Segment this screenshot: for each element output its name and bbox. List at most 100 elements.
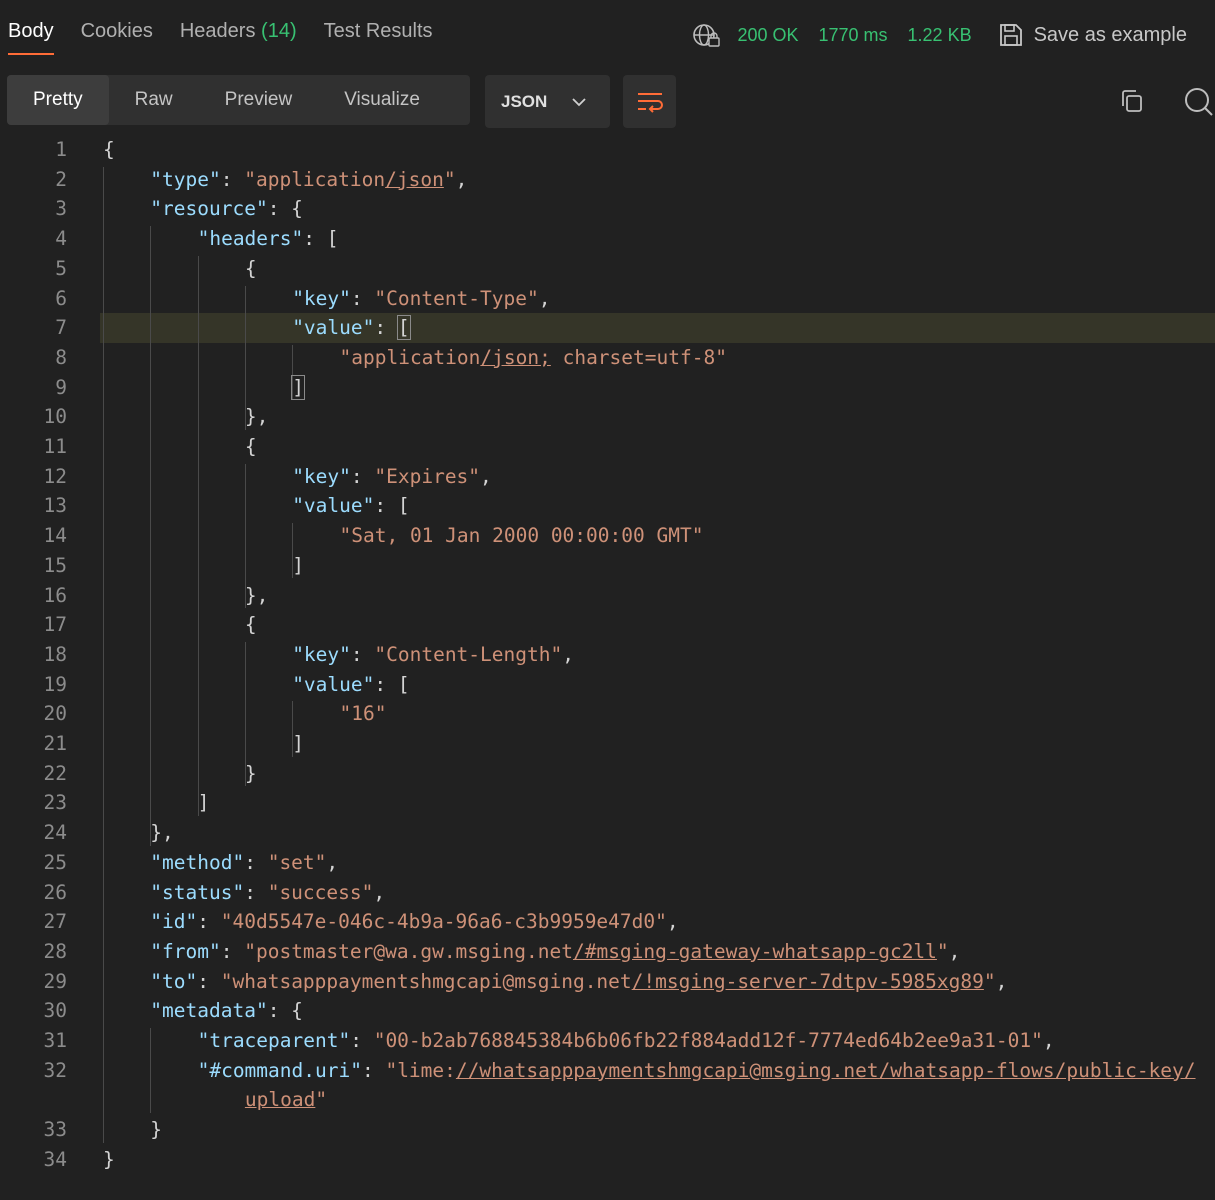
- line-number: 3: [55, 197, 67, 221]
- response-time[interactable]: 1770 ms: [818, 25, 887, 46]
- wrap-lines-button[interactable]: [623, 75, 676, 128]
- code-line[interactable]: }: [103, 1145, 115, 1175]
- json-punctuation: {: [103, 138, 115, 161]
- json-link[interactable]: //whatsapppaymentshmgcapi@msging.net/wha…: [456, 1059, 1196, 1082]
- json-punctuation: :: [361, 1058, 386, 1082]
- tab-headers[interactable]: Headers (14): [180, 20, 297, 50]
- tab-body[interactable]: Body: [8, 20, 54, 50]
- code-line[interactable]: "from": "postmaster@wa.gw.msging.net/#ms…: [150, 937, 960, 967]
- json-key: "key": [292, 642, 351, 666]
- code-line[interactable]: },: [245, 581, 268, 611]
- json-link[interactable]: upload: [245, 1088, 315, 1111]
- json-punctuation: ,: [480, 464, 492, 488]
- code-line[interactable]: "to": "whatsapppaymentshmgcapi@msging.ne…: [150, 967, 1007, 997]
- code-line[interactable]: },: [150, 818, 173, 848]
- code-line[interactable]: "Sat, 01 Jan 2000 00:00:00 GMT": [340, 521, 704, 551]
- json-link[interactable]: /json;: [480, 346, 550, 369]
- line-number: 21: [43, 732, 67, 755]
- json-punctuation: ,: [455, 167, 468, 191]
- code-line[interactable]: "key": "Content-Type",: [292, 284, 550, 314]
- json-punctuation: },: [244, 405, 269, 429]
- json-link[interactable]: /#msging-gateway-whatsapp-gc2ll: [573, 940, 937, 963]
- json-string: "lime:: [385, 1058, 456, 1082]
- line-number: 7: [55, 316, 67, 340]
- json-string: "whatsapppaymentshmgcapi@msging.net: [220, 969, 632, 993]
- json-punctuation: ,: [995, 969, 1008, 993]
- line-number: 5: [55, 256, 67, 280]
- line-number: 16: [43, 583, 67, 607]
- json-link[interactable]: /!msging-server-7dtpv-5985xg89: [632, 970, 984, 993]
- code-line[interactable]: "#command.uri": "lime://whatsapppayments…: [198, 1056, 1196, 1086]
- indent-guide: [150, 1028, 152, 1114]
- code-line[interactable]: "value": [: [292, 491, 409, 521]
- line-number: 24: [43, 821, 67, 845]
- code-line[interactable]: ]: [291, 373, 305, 403]
- line-number: 4: [55, 227, 67, 251]
- code-line[interactable]: {: [245, 610, 257, 640]
- code-line[interactable]: {: [245, 432, 257, 462]
- more-options-icon[interactable]: ⋮: [1207, 29, 1215, 41]
- view-pretty-button[interactable]: Pretty: [7, 75, 109, 125]
- format-dropdown[interactable]: JSON: [485, 75, 610, 128]
- tab-cookies[interactable]: Cookies: [81, 20, 153, 50]
- code-line[interactable]: "16": [340, 699, 387, 729]
- json-punctuation: {: [244, 256, 257, 280]
- code-line[interactable]: "id": "40d5547e-046c-4b9a-96a6-c3b9959e4…: [150, 907, 678, 937]
- view-visualize-button[interactable]: Visualize: [318, 75, 446, 125]
- response-size[interactable]: 1.22 KB: [908, 25, 972, 46]
- code-line[interactable]: },: [245, 402, 268, 432]
- code-line[interactable]: "headers": [: [198, 224, 339, 254]
- json-string: "postmaster@wa.gw.msging.net: [244, 939, 573, 963]
- search-button[interactable]: [1180, 85, 1215, 117]
- tab-body-label: Body: [8, 20, 54, 42]
- code-line[interactable]: "status": "success",: [150, 878, 385, 908]
- json-string: "Expires": [374, 464, 481, 488]
- code-line[interactable]: "application/json; charset=utf-8": [340, 343, 727, 373]
- status-code[interactable]: 200 OK: [737, 25, 798, 46]
- bracket-match: ]: [291, 374, 305, 400]
- json-link[interactable]: /json: [385, 168, 444, 191]
- json-punctuation: ]: [197, 791, 210, 815]
- json-punctuation: : [: [303, 227, 339, 251]
- code-line[interactable]: "resource": {: [150, 194, 303, 224]
- code-line[interactable]: "type": "application/json",: [150, 165, 467, 195]
- code-line[interactable]: "traceparent": "00-b2ab768845384b6b06fb2…: [198, 1026, 1055, 1056]
- code-line[interactable]: "key": "Expires",: [292, 462, 492, 492]
- code-line[interactable]: {: [103, 135, 115, 165]
- code-line[interactable]: "value": [: [292, 313, 411, 343]
- view-preview-button[interactable]: Preview: [199, 75, 319, 125]
- json-key: "value": [292, 672, 375, 696]
- save-as-example-button[interactable]: Save as example: [998, 22, 1187, 48]
- line-number: 1: [55, 138, 67, 161]
- json-punctuation: ]: [292, 553, 304, 577]
- code-line[interactable]: "value": [: [292, 670, 409, 700]
- code-line[interactable]: "key": "Content-Length",: [292, 640, 574, 670]
- json-key: "key": [292, 464, 351, 488]
- code-line[interactable]: ]: [198, 788, 210, 818]
- code-line[interactable]: ]: [292, 729, 304, 759]
- line-number: 9: [55, 375, 67, 399]
- json-key: "from": [150, 939, 221, 963]
- code-line[interactable]: upload": [245, 1085, 327, 1115]
- line-number: 32: [43, 1058, 67, 1082]
- line-number: 2: [55, 167, 67, 191]
- network-globe-icon[interactable]: [691, 20, 721, 50]
- tab-test-results[interactable]: Test Results: [324, 20, 433, 50]
- json-string: "Content-Length": [374, 642, 563, 666]
- code-line[interactable]: }: [245, 759, 257, 789]
- indent-guide: [103, 166, 104, 1143]
- code-line[interactable]: "metadata": {: [150, 996, 303, 1026]
- code-line[interactable]: ]: [292, 551, 304, 581]
- json-punctuation: :: [350, 1029, 374, 1052]
- json-string: "success": [267, 880, 374, 904]
- line-number: 8: [55, 345, 67, 369]
- response-body-code[interactable]: 1 {2 "type": "application/json", 3 "resource…: [0, 135, 1215, 1200]
- code-line[interactable]: {: [245, 254, 257, 284]
- line-number: 27: [43, 910, 67, 934]
- copy-button[interactable]: [1116, 85, 1148, 117]
- json-key: "key": [292, 286, 351, 310]
- code-line[interactable]: "method": "set",: [150, 848, 338, 878]
- code-line[interactable]: }: [150, 1115, 162, 1145]
- json-punctuation: }: [150, 1118, 163, 1142]
- view-raw-button[interactable]: Raw: [109, 75, 199, 125]
